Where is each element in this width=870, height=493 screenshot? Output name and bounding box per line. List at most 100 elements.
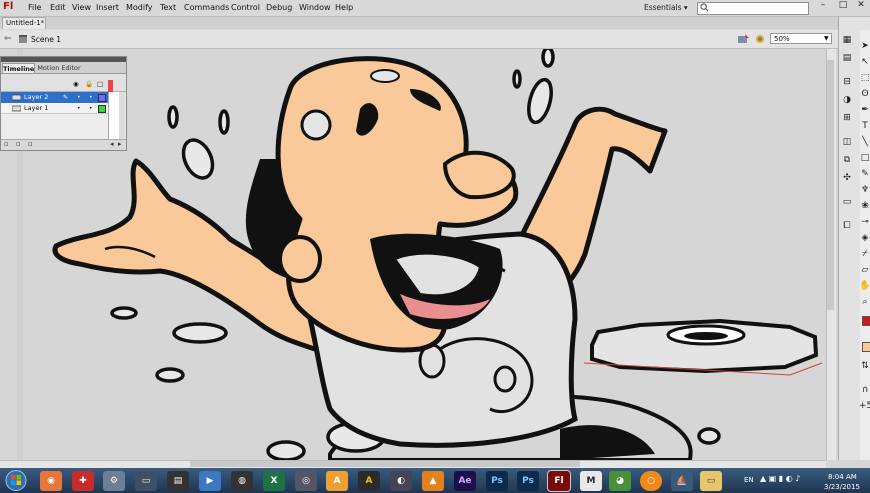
new-folder-icon[interactable]: ▫: [16, 140, 21, 148]
outline-icon[interactable]: □: [97, 80, 103, 88]
snap-icon[interactable]: ∩: [859, 384, 870, 396]
pencil-tool-icon[interactable]: ✎: [859, 168, 870, 180]
scroll-left-icon[interactable]: ◂: [110, 140, 114, 148]
free-transform-icon[interactable]: ⬚: [859, 72, 870, 84]
system-tray-icons[interactable]: ▲ ▣ ▮ ◐ ♪: [760, 474, 800, 483]
menu-edit[interactable]: Edit: [50, 3, 66, 12]
red-app-icon[interactable]: ✚: [72, 471, 94, 491]
menu-debug[interactable]: Debug: [266, 3, 292, 12]
vertical-scroll-thumb[interactable]: [827, 60, 834, 310]
photoshop-icon[interactable]: Ps: [486, 471, 508, 491]
paint-bucket-icon[interactable]: ◈: [859, 232, 870, 244]
sail-icon[interactable]: ⛵: [671, 471, 693, 491]
frame-area[interactable]: [108, 92, 119, 140]
chrome-icon[interactable]: ◕: [609, 471, 631, 491]
settings-icon[interactable]: ⚙: [103, 471, 125, 491]
horizontal-scroll-thumb[interactable]: [190, 461, 580, 467]
a-icon[interactable]: A: [358, 471, 380, 491]
back-arrow-icon[interactable]: ⇐: [4, 34, 12, 44]
clock-date[interactable]: 3/23/2015: [824, 483, 860, 491]
layer-color-swatch[interactable]: [98, 94, 106, 102]
camera-icon[interactable]: ◍: [231, 471, 253, 491]
rectangle-tool-icon[interactable]: □: [859, 152, 870, 164]
eyedropper-icon[interactable]: ⌿: [859, 248, 870, 260]
brush-tool-icon[interactable]: ♆: [859, 184, 870, 196]
chevron-down-icon[interactable]: ▼: [824, 35, 829, 42]
clock-time[interactable]: 8:04 AM: [828, 473, 857, 481]
maximize-button[interactable]: □: [834, 0, 852, 12]
menu-help[interactable]: Help: [335, 3, 353, 12]
visibility-dot[interactable]: •: [77, 92, 81, 103]
delete-layer-icon[interactable]: ▫: [28, 140, 33, 148]
selection-tool-icon[interactable]: ➤: [859, 40, 870, 52]
menu-modify[interactable]: Modify: [126, 3, 153, 12]
deco-tool-icon[interactable]: ❀: [859, 200, 870, 212]
stroke-color-swatch[interactable]: [862, 316, 870, 326]
menu-file[interactable]: File: [28, 3, 41, 12]
menu-window[interactable]: Window: [299, 3, 331, 12]
smooth-icon[interactable]: +5: [859, 400, 870, 412]
tab-timeline[interactable]: Timeline: [2, 63, 35, 73]
motion-presets-icon[interactable]: ▭: [841, 196, 853, 208]
info-icon[interactable]: ◫: [841, 136, 853, 148]
zoom-tool-icon[interactable]: ⌕: [859, 296, 870, 308]
subselection-tool-icon[interactable]: ↖: [859, 56, 870, 68]
orange-icon[interactable]: ○: [640, 471, 662, 491]
line-tool-icon[interactable]: ╲: [859, 136, 870, 148]
lock-icon[interactable]: 🔒: [85, 80, 93, 88]
minimize-button[interactable]: –: [814, 0, 832, 12]
menu-control[interactable]: Control: [231, 3, 260, 12]
components-icon[interactable]: ✣: [841, 172, 853, 184]
hand-tool-icon[interactable]: ✋: [859, 280, 870, 292]
excel-icon[interactable]: X: [263, 471, 285, 491]
flash-icon[interactable]: Fl: [547, 470, 571, 492]
color-icon[interactable]: ◑: [841, 94, 853, 106]
layer-row[interactable]: Layer 1 • •: [1, 103, 108, 114]
visibility-dot[interactable]: •: [77, 103, 81, 114]
media-icon[interactable]: ◐: [390, 471, 412, 491]
illustrator-a-icon[interactable]: A: [326, 471, 348, 491]
menu-view[interactable]: View: [72, 3, 91, 12]
m-icon[interactable]: M: [580, 471, 602, 491]
eye-icon[interactable]: ◉: [73, 80, 79, 88]
new-layer-icon[interactable]: ▫: [4, 140, 9, 148]
menu-insert[interactable]: Insert: [96, 3, 119, 12]
monitor-icon[interactable]: ▭: [135, 471, 157, 491]
menu-text[interactable]: Text: [160, 3, 176, 12]
start-button[interactable]: [2, 469, 30, 492]
menu-commands[interactable]: Commands: [184, 3, 229, 12]
lock-dot[interactable]: •: [89, 103, 93, 114]
workspace-switcher[interactable]: Essentials ▾: [644, 3, 688, 12]
edit-scene-icon[interactable]: [754, 33, 767, 45]
folder-icon[interactable]: ▭: [700, 471, 722, 491]
photoshop-icon-2[interactable]: Ps: [517, 471, 539, 491]
lock-dot[interactable]: •: [89, 92, 93, 103]
transform-icon[interactable]: ⧉: [841, 154, 853, 166]
film-icon[interactable]: ▤: [167, 471, 189, 491]
text-tool-icon[interactable]: T: [859, 120, 870, 132]
tab-motion-editor[interactable]: Motion Editor: [36, 63, 82, 73]
swatches-icon[interactable]: ⊞: [841, 112, 853, 124]
pen-tool-icon[interactable]: ✒: [859, 104, 870, 116]
properties-icon[interactable]: ▦: [841, 34, 853, 46]
zoom-select[interactable]: 50%: [770, 33, 832, 44]
code-snippets-icon[interactable]: ⧠: [841, 220, 853, 232]
lasso-tool-icon[interactable]: ʘ: [859, 88, 870, 100]
vlc-icon[interactable]: ▲: [422, 471, 444, 491]
timeline-scrollbar[interactable]: [119, 92, 125, 140]
edit-symbols-icon[interactable]: [737, 33, 750, 45]
language-indicator[interactable]: EN: [744, 476, 754, 484]
layer-row[interactable]: Layer 2 ✎ • •: [1, 92, 108, 103]
help-search-input[interactable]: [697, 2, 809, 15]
layer-color-swatch[interactable]: [98, 105, 106, 113]
document-tab[interactable]: Untitled-1*: [2, 17, 46, 29]
fill-color-swatch[interactable]: [862, 342, 870, 352]
close-button[interactable]: ✕: [852, 0, 870, 12]
firefox-icon[interactable]: ◉: [40, 471, 62, 491]
world-icon[interactable]: ◎: [295, 471, 317, 491]
media-player-icon[interactable]: ▶: [199, 471, 221, 491]
after-effects-icon[interactable]: Ae: [454, 471, 476, 491]
eraser-tool-icon[interactable]: ▱: [859, 264, 870, 276]
bone-tool-icon[interactable]: ⊸: [859, 216, 870, 228]
scroll-right-icon[interactable]: ▸: [118, 140, 122, 148]
